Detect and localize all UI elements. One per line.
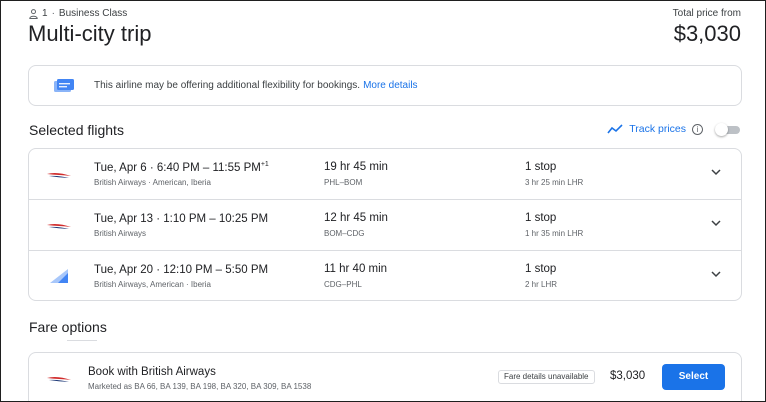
person-icon [29, 8, 38, 19]
flight-booking-page: 1 · Business Class Multi-city trip Total… [0, 0, 766, 402]
info-icon[interactable]: i [692, 123, 703, 135]
multi-airline-logo [50, 269, 68, 283]
flight-date-time: Tue, Apr 20 · 12:10 PM – 5:50 PM [94, 263, 269, 276]
flight-times: Tue, Apr 20 · 12:10 PM – 5:50 PM [94, 263, 268, 276]
separator-dot: · [51, 8, 55, 19]
flight-duration: 12 hr 45 min [324, 212, 388, 224]
cabin-class: Business Class [58, 8, 128, 19]
trip-title: Multi-city trip [28, 21, 152, 46]
flight-airlines: British Airways, American · Iberia [94, 280, 211, 289]
select-button[interactable]: Select [662, 364, 725, 390]
flight-route: CDG–PHL [324, 280, 362, 289]
flight-route: PHL–BOM [324, 178, 363, 187]
fare-details-badge: Fare details unavailable [498, 370, 595, 384]
fare-option-card: Book with British Airways Marketed as BA… [28, 352, 742, 401]
british-airways-logo [47, 223, 71, 229]
more-details-link[interactable]: More details [363, 80, 417, 91]
flight-times: Tue, Apr 13 · 1:10 PM – 10:25 PM [94, 212, 268, 225]
flight-stops: 1 stop [525, 212, 557, 224]
total-price: $3,030 [673, 21, 741, 46]
track-prices-toggle[interactable] [715, 123, 741, 136]
passenger-count: 1 [42, 8, 48, 19]
toggle-knob [715, 123, 728, 136]
chevron-down-icon[interactable] [710, 219, 722, 227]
flight-layover: 2 hr LHR [525, 280, 558, 289]
flight-stops: 1 stop [525, 161, 557, 173]
flight-duration: 11 hr 40 min [324, 263, 388, 275]
notice-text: This airline may be offering additional … [94, 80, 361, 91]
selected-flights-title: Selected flights [29, 122, 124, 138]
divider [67, 340, 97, 346]
chevron-down-icon[interactable] [710, 168, 722, 176]
flexibility-notice: This airline may be offering additional … [28, 65, 742, 106]
chevron-down-icon[interactable] [710, 270, 722, 278]
flight-date-time: Tue, Apr 6 · 6:40 PM – 11:55 PM [94, 161, 261, 174]
fare-price: $3,030 [610, 370, 646, 382]
passenger-summary[interactable]: 1 · Business Class [29, 8, 127, 19]
flight-row[interactable]: Tue, Apr 20 · 12:10 PM – 5:50 PM British… [29, 251, 741, 300]
flight-layover: 1 hr 35 min LHR [525, 229, 584, 238]
fare-options-title: Fare options [29, 319, 107, 335]
flight-row[interactable]: Tue, Apr 6 · 6:40 PM – 11:55 PM+1 Britis… [29, 149, 741, 200]
trend-icon [607, 124, 623, 134]
marketed-as-label: Marketed as BA 66, BA 139, BA 198, BA 32… [88, 382, 312, 391]
flight-duration: 19 hr 45 min [324, 161, 388, 173]
track-prices[interactable]: Track prices i [607, 123, 741, 136]
british-airways-logo [47, 172, 71, 178]
total-price-label: Total price from [672, 8, 741, 19]
day-offset: +1 [260, 161, 269, 168]
selected-flights-list: Tue, Apr 6 · 6:40 PM – 11:55 PM+1 Britis… [28, 148, 742, 301]
flight-route: BOM–CDG [324, 229, 365, 238]
flight-row[interactable]: Tue, Apr 13 · 1:10 PM – 10:25 PM British… [29, 200, 741, 251]
flight-airlines: British Airways [94, 229, 147, 238]
flight-stops: 1 stop [525, 263, 557, 275]
ticket-icon [54, 78, 74, 92]
flight-date-time: Tue, Apr 13 · 1:10 PM – 10:25 PM [94, 212, 269, 225]
flight-airlines: British Airways · American, Iberia [94, 178, 211, 187]
book-with-label: Book with British Airways [88, 366, 216, 378]
flight-layover: 3 hr 25 min LHR [525, 178, 584, 187]
british-airways-logo [47, 376, 71, 382]
flight-times: Tue, Apr 6 · 6:40 PM – 11:55 PM+1 [94, 161, 269, 174]
track-prices-label: Track prices [629, 123, 686, 135]
